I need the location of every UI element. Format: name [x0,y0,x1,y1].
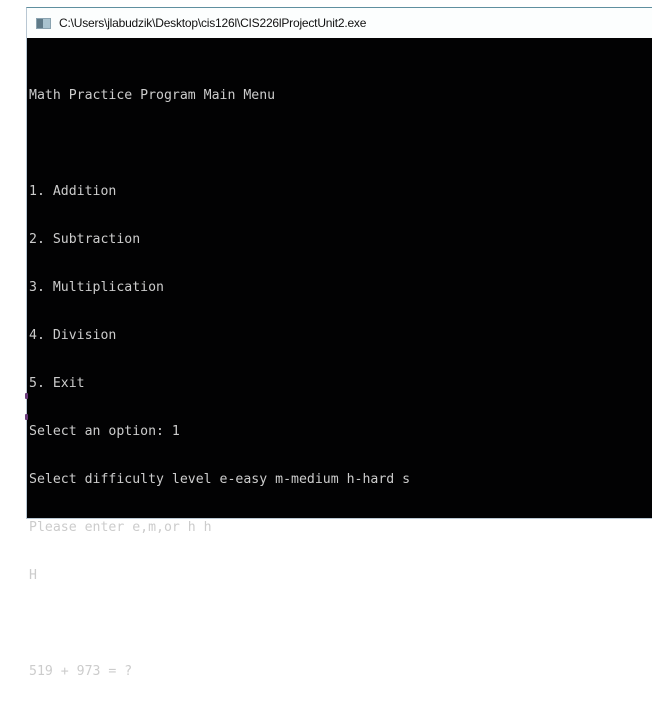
border-artifact [25,414,28,420]
select-option-prompt: Select an option: 1 [29,424,180,439]
difficulty-prompt: Select difficulty level e-easy m-medium … [29,472,411,487]
console-app-icon[interactable] [36,17,51,29]
border-artifact [25,393,28,399]
console-window: C:\Users\jlabudzik\Desktop\cis126l\CIS22… [26,7,652,679]
menu-option-subtraction: 2. Subtraction [29,232,141,247]
console-output[interactable]: Math Practice Program Main Menu 1. Addit… [27,38,652,679]
console-line-heading: Math Practice Program Main Menu [29,88,276,103]
window-title: C:\Users\jlabudzik\Desktop\cis126l\CIS22… [59,16,367,30]
title-bar[interactable]: C:\Users\jlabudzik\Desktop\cis126l\CIS22… [27,8,652,38]
math-question: 519 + 973 = ? [29,664,133,679]
difficulty-reprompt: Please enter e,m,or h h [29,520,212,535]
console-line-blank [29,136,652,152]
difficulty-echo: H [29,568,37,583]
console-line-blank-2 [29,616,652,632]
menu-option-multiplication: 3. Multiplication [29,280,164,295]
menu-option-addition: 1. Addition [29,184,117,199]
menu-option-exit: 5. Exit [29,376,85,391]
menu-option-division: 4. Division [29,328,117,343]
